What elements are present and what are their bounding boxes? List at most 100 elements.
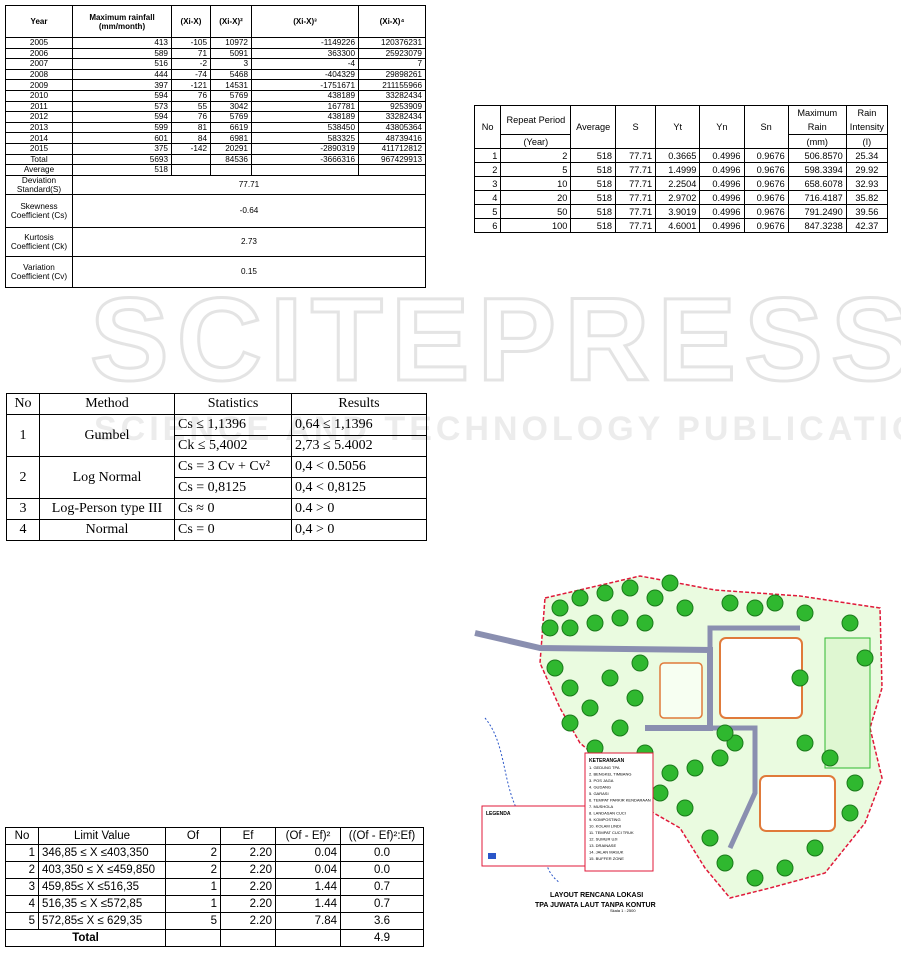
intensity-row: 1 2 518 77.71 0.3665 0.4996 0.9676 506.8570 25.3…: [473, 148, 889, 163]
cell: 598.3394: [787, 162, 847, 177]
cell: 1.44: [275, 895, 341, 913]
stat-row: Variation Coefficient (Cv) 0.15: [5, 255, 426, 288]
cell: 518: [72, 164, 172, 176]
method-result: 0,4 < 0.5056: [291, 456, 427, 478]
cell: 84: [171, 132, 211, 144]
method-stat: Cs ≈ 0: [174, 498, 292, 520]
cell: 5693: [72, 153, 172, 166]
cell: Average: [5, 164, 73, 176]
tree: [841, 804, 859, 822]
cell: 2008: [5, 68, 73, 81]
cell: 7.84: [275, 912, 341, 930]
map-scale: Skala 1 : 2500: [610, 908, 636, 913]
rainfall-row: 2013 599 81 6619 538450 43805364: [5, 121, 426, 134]
tree: [621, 579, 639, 597]
method-stat: Cs = 0,8125: [174, 477, 292, 499]
method-stat: Cs = 0: [174, 519, 292, 541]
header-no: No: [473, 105, 502, 149]
rainfall-row: 2011 573 55 3042 167781 9253909: [5, 100, 426, 113]
landfill-cell-2: [759, 775, 836, 832]
cell: 2011: [5, 100, 73, 113]
chi-total-label: Total: [5, 929, 166, 947]
cell: -4: [251, 58, 359, 70]
stat-value: 0.15: [72, 255, 426, 288]
cell: 5091: [210, 47, 252, 60]
rainfall-row: 2007 516 -2 3 -4 7: [5, 58, 426, 70]
cell: 0.4996: [699, 148, 745, 163]
cell: 50: [500, 204, 572, 219]
header-dev1: (Xi-X): [171, 5, 211, 38]
cell: -2: [171, 58, 211, 70]
cell: 518: [570, 204, 617, 219]
cell: 2014: [5, 132, 73, 144]
cell: 411712812: [358, 142, 426, 155]
tree: [716, 724, 734, 742]
cell: 2.20: [220, 861, 276, 879]
rainfall-row: 2014 601 84 6981 583325 48739416: [5, 132, 426, 144]
cell: 0.9676: [743, 190, 789, 205]
method-no: 1: [6, 414, 40, 457]
tree: [571, 589, 589, 607]
stat-value: 77.71: [72, 174, 426, 195]
tree: [611, 609, 629, 627]
header-results: Results: [291, 393, 427, 415]
intensity-row: 4 20 518 77.71 2.9702 0.4996 0.9676 716.4187 35.…: [473, 190, 889, 205]
cell: 2.9702: [655, 190, 701, 205]
chi-row: 3 459,85≤ X ≤516,35 1 2.20 1.44 0.7: [5, 878, 424, 896]
cell: 3: [473, 176, 502, 191]
method-result: 0,4 > 0: [291, 519, 427, 541]
cell: 0.9676: [743, 176, 789, 191]
cell: 42.37: [845, 218, 889, 233]
header-dev2: (Xi-X)²: [210, 5, 252, 38]
method-name: Gumbel: [39, 414, 175, 457]
tree: [541, 619, 559, 637]
cell: 0.0: [340, 861, 424, 879]
tree: [561, 619, 579, 637]
cell: 35.82: [845, 190, 889, 205]
rainfall-row: 2006 589 71 5091 363300 25923079: [5, 47, 426, 60]
rainfall-row: 2009 397 -121 14531 -1751671 211155966: [5, 79, 426, 91]
cell: 589: [72, 47, 172, 60]
cell: 594: [72, 111, 172, 123]
stat-row: Kurtosis Coefficient (Ck) 2.73: [5, 226, 426, 257]
cell: 403,350 ≤ X ≤459,850: [38, 861, 166, 879]
cell: 25.34: [845, 148, 889, 163]
cell: 29.92: [845, 162, 889, 177]
header-ratio: ((Of - Ef)²:Ef): [340, 827, 424, 845]
tree: [676, 799, 694, 817]
method-stat: Cs ≤ 1,1396: [174, 414, 292, 436]
key-item: 13. DRAINASE: [589, 843, 616, 848]
cell: 438189: [251, 111, 359, 123]
cell: 716.4187: [787, 190, 847, 205]
cell: 346,85 ≤ X ≤403,350: [38, 844, 166, 862]
cell: 791.2490: [787, 204, 847, 219]
header-of-ef-sq: (Of - Ef)²: [275, 827, 341, 845]
cell: 5769: [210, 89, 252, 102]
cell: 0.4996: [699, 204, 745, 219]
method-stat: Cs = 3 Cv + Cv²: [174, 456, 292, 478]
tree: [601, 669, 619, 687]
cell: -404329: [251, 68, 359, 81]
key-item: 3. POS JAGA: [589, 778, 614, 783]
cell: 2.20: [220, 895, 276, 913]
tree: [806, 839, 824, 857]
method-result: 0,64 ≤ 1,1396: [291, 414, 427, 436]
cell: 167781: [251, 100, 359, 113]
tree: [746, 599, 764, 617]
cell: 77.71: [615, 176, 657, 191]
cell: 506.8570: [787, 148, 847, 163]
cell: 459,85≤ X ≤516,35: [38, 878, 166, 896]
method-no: 2: [6, 456, 40, 499]
cell: 4: [5, 895, 39, 913]
tree: [596, 584, 614, 602]
tree: [661, 764, 679, 782]
cell: 516,35 ≤ X ≤572,85: [38, 895, 166, 913]
cell: 2009: [5, 79, 73, 91]
cell: 77.71: [615, 218, 657, 233]
intensity-row: 6 100 518 77.71 4.6001 0.4996 0.9676 847.3238 42…: [473, 218, 889, 233]
header-max-rainfall: Maximum rainfall (mm/month): [72, 5, 172, 38]
cell: 658.6078: [787, 176, 847, 191]
cell: 0.04: [275, 844, 341, 862]
cell: 81: [171, 121, 211, 134]
key-item: 11. TEMPAT CUCI TRUK: [589, 830, 634, 835]
